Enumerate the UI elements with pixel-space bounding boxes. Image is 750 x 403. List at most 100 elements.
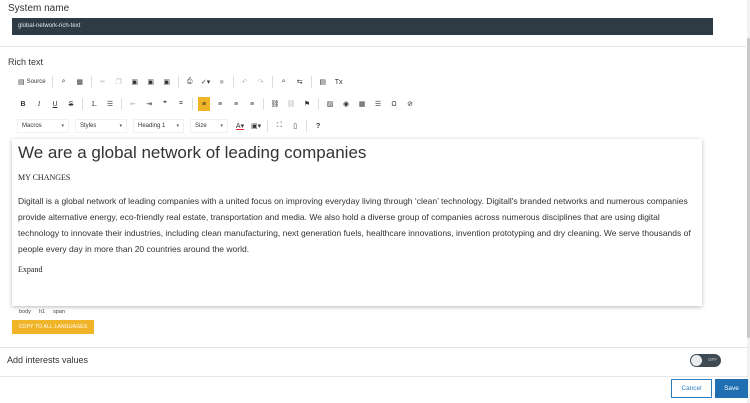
path-item-body[interactable]: body	[19, 309, 31, 315]
undo-button[interactable]: ↶	[239, 75, 251, 89]
preview-button[interactable]: ⌕	[58, 75, 70, 89]
select-all-icon: ▤	[319, 79, 326, 86]
toggle-knob	[691, 355, 702, 366]
print-button[interactable]: ⎙	[184, 75, 196, 89]
bulleted-list-icon: ☰	[106, 101, 114, 108]
toolbar-separator	[90, 76, 92, 88]
unlink-icon: ⛓	[286, 101, 296, 108]
about-icon: ?	[316, 122, 321, 130]
paste-word-icon: ▣	[163, 79, 170, 86]
save-button[interactable]: Save	[715, 379, 748, 398]
content-heading[interactable]: We are a global network of leading compa…	[18, 143, 366, 163]
format-combo[interactable]: Heading 1 ▾	[133, 119, 184, 133]
text-color-icon: A▾	[235, 123, 245, 130]
section-divider	[0, 347, 748, 348]
link-button[interactable]: ⛓	[269, 97, 281, 111]
system-name-input[interactable]	[12, 18, 713, 35]
indent-button[interactable]: ⇥	[143, 97, 155, 111]
align-justify-button[interactable]: ≡	[246, 97, 258, 111]
paste-text-icon: ▣	[147, 79, 154, 86]
chevron-down-icon: ▾	[220, 123, 223, 129]
copy-to-all-languages-button[interactable]: COPY TO ALL LANGUAGES	[12, 320, 94, 334]
spellcheck-icon: ✓▾	[200, 79, 211, 86]
redo-icon: ↷	[257, 79, 264, 86]
strikethrough-button[interactable]: S	[65, 97, 77, 111]
size-combo[interactable]: Size ▾	[190, 119, 228, 133]
path-item-h1[interactable]: h1	[39, 309, 45, 315]
align-right-button[interactable]: ≡	[230, 97, 242, 111]
underline-button[interactable]: U	[49, 97, 61, 111]
templates-button[interactable]: ▦	[74, 75, 86, 89]
remove-format-button[interactable]: Tx	[333, 75, 345, 89]
toolbar-row-3: Macros ▾ Styles ▾ Heading 1 ▾ Size ▾ A▾ ▣▾ ⛶ ▯?	[17, 118, 328, 134]
system-name-label: System name	[8, 3, 70, 14]
cut-button[interactable]: ✂	[97, 75, 109, 89]
div-button[interactable]: ⌗	[175, 97, 187, 111]
show-blocks-button[interactable]: ▯	[289, 119, 301, 133]
outdent-icon: ⇤	[130, 101, 136, 108]
paste-icon: ▣	[131, 79, 138, 86]
flash-embed-button[interactable]: ◉	[340, 97, 352, 111]
chevron-down-icon: ▾	[119, 123, 122, 129]
strikethrough-icon: S	[68, 100, 74, 108]
paste-text-button[interactable]: ▣	[145, 75, 157, 89]
unlink-button[interactable]: ⛓	[285, 97, 297, 111]
special-char-button[interactable]: Ω	[388, 97, 400, 111]
anchor-button[interactable]: ⚑	[301, 97, 313, 111]
toolbar-separator	[310, 76, 312, 88]
image-button[interactable]: ▨	[324, 97, 336, 111]
show-blocks-icon: ▯	[293, 123, 298, 130]
maximize-icon: ⛶	[276, 122, 282, 129]
cut-icon: ✂	[99, 79, 106, 86]
path-item-span[interactable]: span	[53, 309, 65, 315]
horizontal-rule-icon: ☰	[374, 101, 382, 108]
find-icon: ⌕	[281, 78, 286, 85]
table-icon: ▦	[358, 101, 366, 108]
redo-button[interactable]: ↷	[255, 75, 267, 89]
toolbar-separator	[267, 120, 269, 132]
paste-word-button[interactable]: ▣	[161, 75, 173, 89]
image-icon: ▨	[326, 101, 334, 108]
italic-icon: I	[37, 100, 41, 108]
source-icon: ▤	[18, 79, 25, 86]
special-char-icon: Ω	[391, 100, 397, 108]
replace-button[interactable]: ⇆	[294, 75, 306, 89]
horizontal-rule-button[interactable]: ☰	[372, 97, 384, 111]
table-button[interactable]: ▦	[356, 97, 368, 111]
toolbar-separator	[51, 76, 53, 88]
blockquote-button[interactable]: ❞	[159, 97, 171, 111]
cancel-button[interactable]: Cancel	[671, 379, 712, 398]
content-expand[interactable]: Expand	[18, 265, 42, 274]
toolbar-row-1: ▤ Source ⌕ ▦ ✂ ❐ ▣ ▣ ▣ ⎙ ✓▾ ■ ↶ ↷ ⌕ ⇆ ▤ Tx	[17, 74, 349, 90]
content-paragraph[interactable]: Digitall is a global network of leading …	[18, 193, 700, 257]
outdent-button[interactable]: ⇤	[127, 97, 139, 111]
toolbar-separator	[121, 98, 122, 110]
copy-button[interactable]: ❐	[113, 75, 125, 89]
bulleted-list-button[interactable]: ☰	[104, 97, 116, 111]
about-button[interactable]: ?	[312, 119, 324, 133]
interests-toggle[interactable]: OFF	[690, 354, 721, 367]
bold-button[interactable]: B	[17, 97, 29, 111]
maximize-button[interactable]: ⛶	[273, 119, 285, 133]
spellcheck-button[interactable]: ✓▾	[200, 75, 212, 89]
remove-format-icon: Tx	[334, 78, 343, 86]
text-color-button[interactable]: A▾	[234, 119, 246, 133]
paste-button[interactable]: ▣	[129, 75, 141, 89]
select-all-button[interactable]: ▤	[317, 75, 329, 89]
iframe-button[interactable]: ⊘	[404, 97, 416, 111]
italic-button[interactable]: I	[33, 97, 45, 111]
find-button[interactable]: ⌕	[278, 75, 290, 89]
align-left-button[interactable]: ≡	[198, 97, 210, 111]
align-center-button[interactable]: ≡	[214, 97, 226, 111]
add-interests-label: Add interests values	[7, 355, 89, 365]
macros-combo[interactable]: Macros ▾	[17, 119, 69, 133]
content-changes[interactable]: MY CHANGES	[18, 173, 70, 182]
toolbar-row-2: B I U S ⒈ ☰ ⇤ ⇥ ❞ ⌗ ≡ ≡ ≡ ≡ ⛓ ⛓ ⚑ ▨ ◉ ▦ ☰ Ω ⊘	[17, 96, 420, 112]
rich-text-editor[interactable]: We are a global network of leading compa…	[12, 139, 702, 306]
styles-combo[interactable]: Styles ▾	[75, 119, 127, 133]
flash-button[interactable]: ■	[216, 75, 228, 89]
bg-color-button[interactable]: ▣▾	[250, 119, 262, 133]
source-button[interactable]: ▤ Source	[17, 75, 47, 89]
numbered-list-button[interactable]: ⒈	[88, 97, 100, 111]
iframe-icon: ⊘	[407, 101, 413, 108]
